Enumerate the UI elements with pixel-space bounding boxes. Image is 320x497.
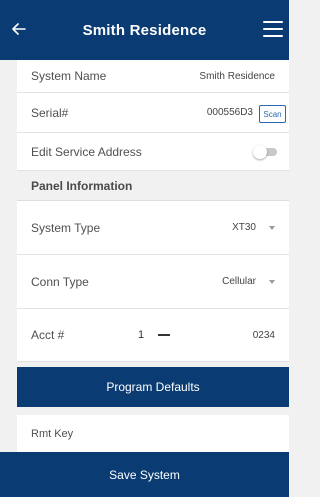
panel-information-title: Panel Information bbox=[31, 179, 133, 193]
conn-type-label: Conn Type bbox=[31, 274, 89, 289]
conn-type-value[interactable]: Cellular bbox=[222, 276, 256, 287]
service-address-toggle[interactable] bbox=[253, 144, 277, 159]
serial-value[interactable]: 000556D3 bbox=[207, 107, 253, 118]
system-type-value[interactable]: XT30 bbox=[232, 222, 256, 233]
serial-label: Serial# bbox=[31, 105, 69, 120]
system-type-row[interactable]: System Type XT30 bbox=[17, 201, 289, 255]
acct-dash-icon bbox=[158, 334, 170, 336]
edit-service-address-label: Edit Service Address bbox=[31, 144, 142, 159]
acct-number-value[interactable]: 0234 bbox=[253, 330, 275, 341]
rmt-key-row[interactable]: Rmt Key bbox=[17, 415, 289, 452]
serial-row: Serial# 000556D3 Scan bbox=[17, 93, 289, 133]
page-title: Smith Residence bbox=[82, 21, 207, 39]
system-name-row: System Name Smith Residence bbox=[17, 60, 289, 93]
program-defaults-button[interactable]: Program Defaults bbox=[17, 367, 289, 407]
system-name-label: System Name bbox=[31, 69, 107, 83]
acct-label: Acct # bbox=[31, 328, 65, 342]
chevron-down-icon[interactable] bbox=[269, 280, 275, 284]
acct-prefix-value[interactable]: 1 bbox=[138, 329, 144, 341]
acct-row: Acct # 1 0234 bbox=[17, 309, 289, 362]
system-name-value[interactable]: Smith Residence bbox=[199, 71, 275, 82]
system-type-label: System Type bbox=[31, 220, 101, 235]
app-header: Smith Residence bbox=[0, 0, 289, 60]
back-arrow-icon[interactable] bbox=[8, 18, 30, 40]
edit-service-address-row: Edit Service Address bbox=[17, 133, 289, 171]
scan-button[interactable]: Scan bbox=[259, 105, 286, 123]
toggle-knob bbox=[253, 144, 267, 159]
panel-information-header: Panel Information bbox=[17, 171, 289, 201]
chevron-down-icon[interactable] bbox=[269, 226, 275, 230]
conn-type-row[interactable]: Conn Type Cellular bbox=[17, 255, 289, 309]
rmt-key-label: Rmt Key bbox=[31, 427, 74, 440]
hamburger-menu-icon[interactable] bbox=[263, 21, 283, 37]
save-system-button[interactable]: Save System bbox=[0, 452, 289, 497]
